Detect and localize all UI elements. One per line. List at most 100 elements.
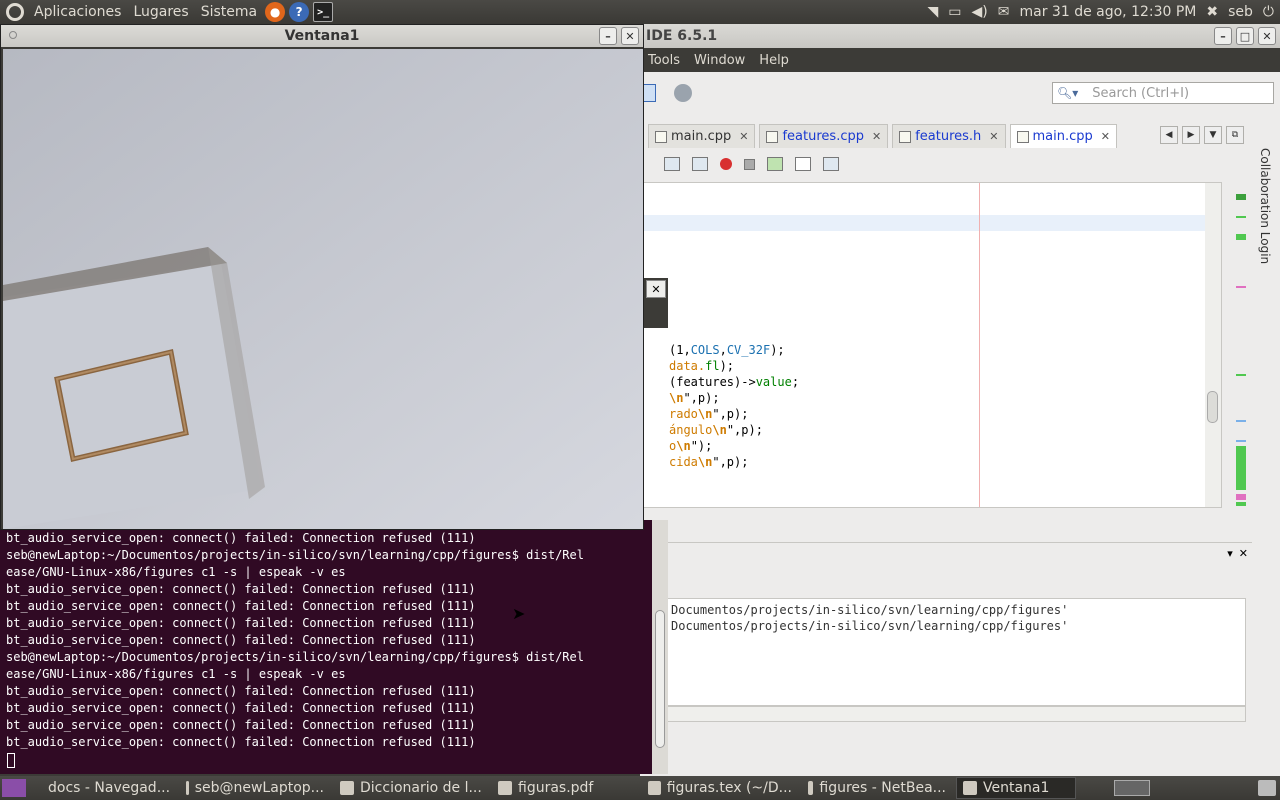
close-tab-icon[interactable]: ✕	[1101, 130, 1110, 143]
search-icon[interactable]: 🔍︎▾	[1057, 86, 1078, 100]
editor-scrollbar[interactable]	[1205, 183, 1221, 507]
close-tab-icon[interactable]: ✕	[989, 130, 998, 143]
firefox-launcher-icon[interactable]: ●	[265, 2, 286, 22]
tab-main-cpp-active[interactable]: main.cpp ✕	[1009, 124, 1117, 148]
maximize-button[interactable]: □	[1236, 27, 1254, 45]
tab-features-cpp[interactable]: features.cpp ✕	[759, 124, 889, 148]
record-macro-icon[interactable]	[720, 158, 732, 170]
close-icon[interactable]: ✕	[646, 280, 666, 298]
minimize-button[interactable]: –	[599, 27, 617, 45]
code-token: CV_32F	[726, 343, 771, 357]
close-tab-icon[interactable]: ✕	[739, 130, 748, 143]
code-token: ángulo	[669, 423, 713, 437]
taskbar-item[interactable]: docs - Navegad...	[36, 777, 176, 799]
terminal-scroll-thumb[interactable]	[655, 610, 665, 748]
scroll-tabs-right-icon[interactable]: ▶	[1182, 126, 1200, 144]
taskbar-item-label: docs - Navegad...	[48, 780, 171, 796]
menu-lugares[interactable]: Lugares	[127, 4, 194, 20]
workspace-switcher[interactable]	[1114, 780, 1150, 796]
help-launcher-icon[interactable]: ?	[289, 2, 310, 22]
profile-icon[interactable]	[674, 84, 692, 102]
output-hscrollbar[interactable]	[640, 706, 1246, 722]
menu-tools[interactable]: Tools	[648, 53, 680, 68]
uncomment-icon[interactable]	[795, 157, 811, 171]
show-desktop-icon[interactable]	[2, 779, 26, 797]
code-token: \n	[676, 439, 691, 453]
diff-icon[interactable]	[823, 157, 839, 171]
output-close-icon[interactable]: ✕	[1239, 547, 1248, 560]
tab-main-cpp[interactable]: main.cpp ✕	[648, 124, 756, 148]
code-editor[interactable]: (1,COLS,CV_32F); data.fl); (features)->val…	[640, 182, 1222, 508]
close-button[interactable]: ✕	[1258, 27, 1276, 45]
comment-icon[interactable]	[767, 157, 783, 171]
editor-scroll-thumb[interactable]	[1207, 391, 1218, 423]
taskbar-item[interactable]: Ventana1	[956, 777, 1076, 799]
power-icon[interactable]: ⏻	[1263, 4, 1274, 20]
mail-icon[interactable]: ✉	[998, 4, 1010, 20]
camera-frame-svg	[3, 49, 643, 529]
code-line: (features)->value;	[669, 375, 799, 389]
terminal-line: ease/GNU-Linux-x86/figures c1 -s | espea…	[6, 565, 346, 579]
shift-left-icon[interactable]	[664, 157, 680, 171]
camera-window: Ventana1 – ✕	[0, 24, 644, 530]
taskbar-item[interactable]: seb@newLaptop...	[180, 777, 330, 799]
tab-label: features.h	[915, 129, 982, 144]
window-menu-icon[interactable]	[9, 31, 17, 39]
menu-aplicaciones[interactable]: Aplicaciones	[28, 4, 127, 20]
menu-window[interactable]: Window	[694, 53, 745, 68]
terminal-scrollbar[interactable]	[652, 520, 668, 774]
code-line: cida\n",p);	[669, 455, 748, 469]
search-input[interactable]: 🔍︎▾ Search (Ctrl+I)	[1052, 82, 1274, 104]
menu-sistema[interactable]: Sistema	[195, 4, 263, 20]
mouse-pointer-icon: ➤	[512, 604, 526, 623]
cpp-file-icon	[1016, 130, 1029, 143]
output-line: Documentos/projects/in-silico/svn/learni…	[671, 603, 1069, 617]
user-name[interactable]: seb	[1228, 4, 1253, 20]
restore-window-icon[interactable]: ⧉	[1226, 126, 1244, 144]
terminal-launcher-icon[interactable]: >_	[313, 2, 334, 22]
netbeans-titlebar[interactable]: IDE 6.5.1 – □ ✕	[640, 24, 1280, 48]
show-opened-documents-icon[interactable]: ▼	[1204, 126, 1222, 144]
top-panel: Aplicaciones Lugares Sistema ● ? >_ ◥ ▭ …	[0, 0, 1280, 24]
collaboration-login-label[interactable]: Collaboration Login	[1258, 148, 1272, 264]
netbeans-title: IDE 6.5.1	[646, 28, 718, 44]
taskbar-item[interactable]: figuras.tex (~/D...	[642, 777, 798, 799]
close-button[interactable]: ✕	[621, 27, 639, 45]
code-token: ",p);	[726, 423, 763, 437]
terminal-window[interactable]: bt_audio_service_open: connect() failed:…	[0, 520, 668, 774]
terminal-line: seb@newLaptop:~/Documentos/projects/in-s…	[6, 548, 584, 562]
volume-icon[interactable]: ◀)	[972, 4, 988, 20]
clock[interactable]: mar 31 de ago, 12:30 PM	[1020, 4, 1197, 20]
terminal-line: bt_audio_service_open: connect() failed:…	[6, 599, 476, 613]
editor-icon	[648, 781, 661, 795]
wifi-icon[interactable]: ◥	[928, 4, 939, 20]
code-token: value	[755, 375, 792, 389]
tab-features-h[interactable]: features.h ✕	[892, 124, 1006, 148]
battery-icon[interactable]: ▭	[948, 4, 961, 20]
taskbar-item[interactable]: figuras.pdf	[492, 777, 638, 799]
taskbar-item[interactable]: Diccionario de l...	[334, 777, 488, 799]
close-tab-icon[interactable]: ✕	[872, 130, 881, 143]
camera-titlebar[interactable]: Ventana1 – ✕	[1, 25, 643, 47]
taskbar-item[interactable]: figures - NetBea...	[802, 777, 952, 799]
code-token: (1,	[669, 343, 691, 357]
terminal-line: ease/GNU-Linux-x86/figures c1 -s | espea…	[6, 667, 346, 681]
run-project-icon[interactable]	[642, 84, 656, 102]
ubuntu-logo-icon[interactable]	[6, 3, 24, 21]
terminal-line: bt_audio_service_open: connect() failed:…	[6, 616, 476, 630]
terminal-line: bt_audio_service_open: connect() failed:…	[6, 531, 476, 545]
output-text[interactable]: Documentos/projects/in-silico/svn/learni…	[640, 598, 1246, 706]
scroll-tabs-left-icon[interactable]: ◀	[1160, 126, 1178, 144]
menu-help[interactable]: Help	[759, 53, 789, 68]
user-status-icon[interactable]: ✖	[1206, 4, 1218, 20]
collaboration-login-panel[interactable]: Collaboration Login	[1256, 124, 1276, 284]
stop-macro-icon[interactable]	[744, 158, 755, 170]
editor-tabs: main.cpp ✕ features.cpp ✕ features.h ✕ m…	[640, 120, 1280, 148]
minimize-button[interactable]: –	[1214, 27, 1232, 45]
shift-right-icon[interactable]	[692, 157, 708, 171]
output-menu-icon[interactable]: ▾	[1227, 547, 1233, 560]
trash-icon[interactable]	[1258, 780, 1276, 796]
code-token: \n	[669, 391, 684, 405]
code-token: ,	[719, 343, 727, 357]
error-stripe[interactable]	[1236, 194, 1248, 514]
